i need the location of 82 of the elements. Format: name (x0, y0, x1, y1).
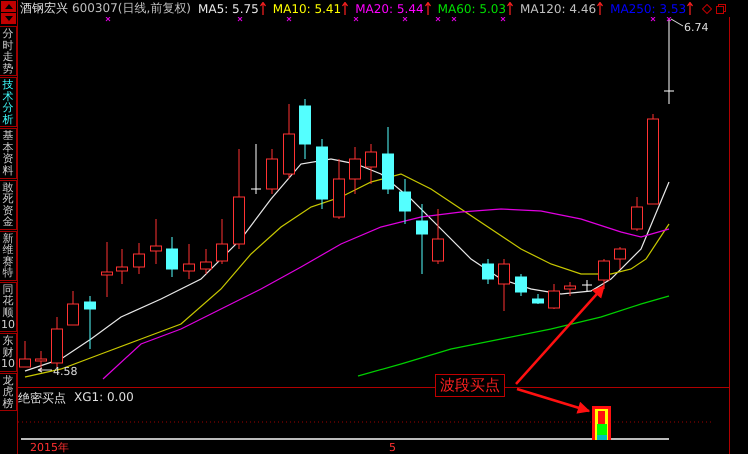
candlestick (498, 258, 510, 312)
high-price-label: 6.74 (684, 21, 708, 34)
cross-marker-icon (106, 17, 110, 22)
candlestick (515, 274, 527, 296)
candlestick (532, 294, 544, 304)
ma-value: MA5: 5.75 (198, 2, 259, 16)
candlestick (19, 340, 31, 368)
ma-value: MA10: 5.41 (272, 2, 342, 16)
candlestick (582, 280, 592, 292)
cross-marker-icon (452, 17, 456, 22)
side-tab[interactable]: 技术分析 (0, 77, 17, 128)
annotation-label: 波段买点 (435, 374, 505, 397)
candlestick (133, 242, 145, 274)
time-axis-label: 2015年 (30, 441, 69, 454)
up-arrow-icon (597, 2, 604, 15)
candlestick (200, 248, 212, 274)
ma-value: MA20: 5.44 (355, 2, 424, 16)
time-axis-label: 5 (389, 441, 396, 454)
candlestick (598, 258, 610, 290)
candlestick (432, 208, 444, 264)
candlestick (399, 178, 411, 224)
candlestick (250, 144, 262, 194)
candlestick (183, 244, 195, 280)
stock-name: 酒钢宏兴 (20, 0, 68, 17)
stock-code: 600307(日线,前复权) (72, 0, 191, 17)
indicator-title: 绝密买点 (18, 390, 66, 407)
cross-marker-icon (286, 17, 292, 22)
candlestick (316, 138, 328, 210)
ma-value: MA120: 4.46 (520, 2, 596, 16)
candlestick (631, 196, 643, 232)
candlestick (84, 296, 96, 350)
candlestick (614, 246, 626, 270)
candlestick (116, 248, 128, 284)
candlestick (365, 144, 377, 184)
candlestick (548, 284, 560, 310)
candlestick (349, 146, 361, 194)
cross-marker-icon (238, 17, 242, 22)
side-tab[interactable]: 同花顺10 (0, 282, 17, 332)
candlestick (166, 236, 178, 278)
side-tab[interactable]: 敢死资金 (0, 180, 17, 230)
side-tab[interactable]: 分时走势 (0, 26, 17, 76)
cross-marker-icon (666, 17, 672, 22)
side-tab[interactable]: 东财10 (0, 333, 17, 372)
cross-marker-icon (650, 17, 656, 22)
candlestick (266, 148, 278, 194)
diamond-icon[interactable] (702, 4, 712, 14)
triangle-down-icon (4, 16, 12, 21)
up-arrow-icon (260, 2, 266, 15)
candlestick (216, 218, 228, 264)
scroll-down-button[interactable] (1, 13, 16, 24)
up-arrow-icon (507, 2, 514, 15)
up-arrow-icon (687, 2, 694, 15)
candlestick (482, 258, 494, 284)
window-icon[interactable] (716, 4, 726, 14)
candlestick (382, 126, 394, 194)
candlestick (416, 204, 428, 274)
candlestick (333, 158, 345, 220)
signal-bar (592, 406, 611, 440)
indicator-value: XG1: 0.00 (74, 390, 134, 406)
candlestick (101, 242, 113, 298)
candlestick (67, 290, 79, 326)
leader-line (38, 368, 52, 372)
candlestick (564, 282, 576, 296)
side-tab[interactable]: 龙虎榜 (0, 372, 17, 412)
scroll-up-button[interactable] (1, 1, 16, 12)
up-arrow-icon (342, 2, 348, 15)
cross-marker-icon (436, 17, 440, 22)
candlestick (51, 316, 63, 368)
leader-line (670, 18, 684, 26)
cross-marker-icon (500, 17, 506, 22)
ma-value: MA60: 5.03 (438, 2, 506, 16)
side-tab[interactable]: 基本资料 (0, 128, 17, 179)
up-arrow-icon (424, 2, 431, 15)
side-tab[interactable]: 新维赛特 (0, 230, 17, 281)
ma-value: MA250: 3.53 (610, 2, 686, 16)
triangle-up-icon (4, 4, 12, 9)
candlestick (150, 218, 162, 264)
cross-marker-icon (354, 17, 358, 22)
candlestick (299, 98, 311, 160)
low-price-label: 4.58 (53, 365, 78, 378)
candlestick (35, 350, 47, 372)
cross-marker-icon (402, 17, 408, 22)
